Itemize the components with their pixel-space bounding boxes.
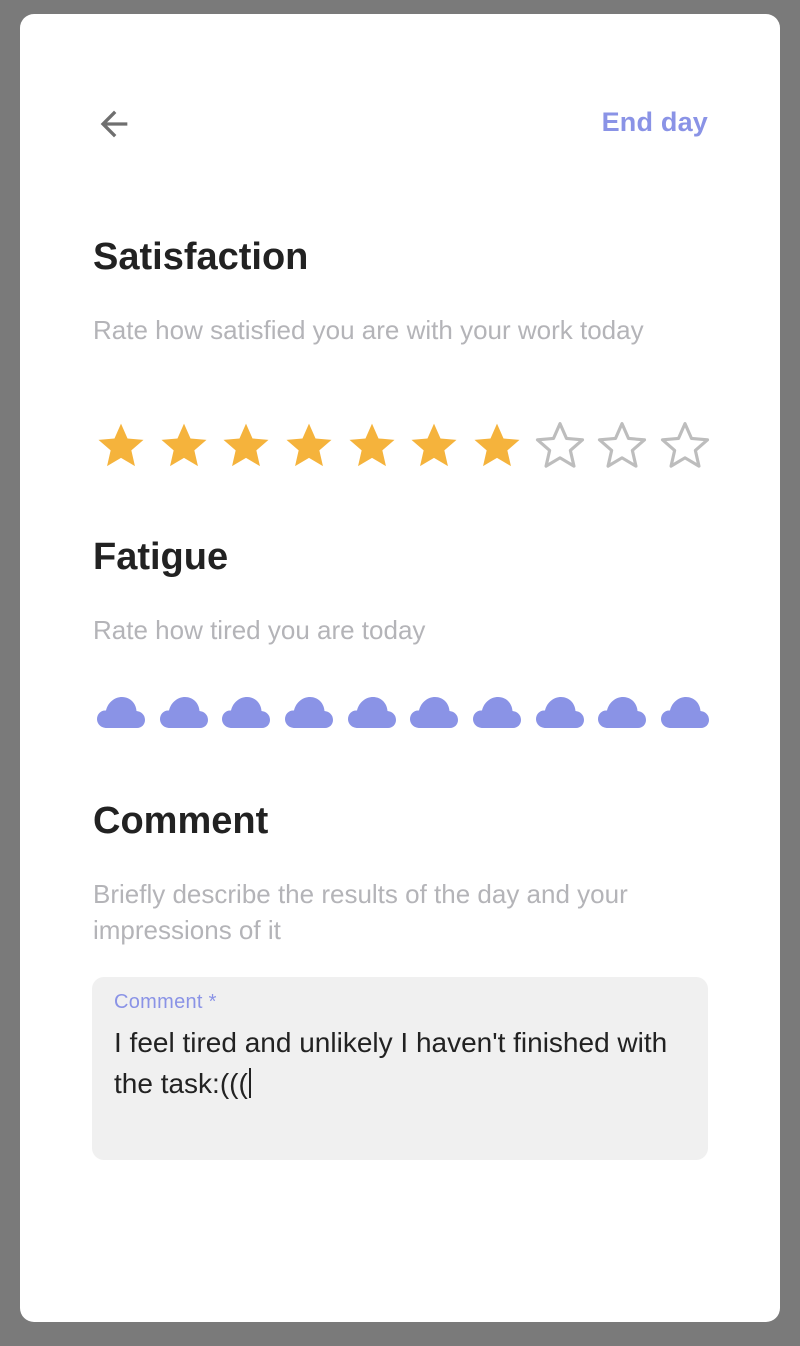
fatigue-cloud-3[interactable] (218, 684, 274, 740)
cloud-icon (410, 697, 459, 728)
satisfaction-star-4[interactable] (281, 417, 337, 473)
fatigue-title: Fatigue (93, 536, 229, 578)
satisfaction-star-6[interactable] (406, 417, 462, 473)
satisfaction-star-5[interactable] (344, 417, 400, 473)
satisfaction-rating (93, 417, 713, 473)
arrow-left-icon (100, 110, 128, 138)
end-day-button[interactable]: End day (602, 107, 708, 138)
star-filled-icon (223, 423, 269, 467)
fatigue-cloud-9[interactable] (594, 684, 650, 740)
fatigue-cloud-6[interactable] (406, 684, 462, 740)
comment-field[interactable]: Comment * I feel tired and unlikely I ha… (92, 977, 708, 1160)
star-empty-icon (660, 422, 709, 468)
text-caret (248, 1068, 251, 1098)
star-filled-icon (98, 423, 144, 467)
satisfaction-description: Rate how satisfied you are with your wor… (93, 315, 644, 345)
satisfaction-star-3[interactable] (218, 417, 274, 473)
fatigue-description: Rate how tired you are today (93, 615, 426, 645)
star-filled-icon (161, 423, 207, 467)
fatigue-cloud-2[interactable] (156, 684, 212, 740)
star-empty-icon (598, 422, 647, 468)
cloud-icon (159, 697, 208, 728)
satisfaction-star-9[interactable] (594, 417, 650, 473)
cloud-icon (660, 697, 709, 728)
end-day-dialog: End day Satisfaction Rate how satisfied … (20, 14, 780, 1322)
cloud-icon (472, 697, 521, 728)
cloud-icon (97, 697, 145, 728)
star-filled-icon (349, 423, 395, 467)
comment-description: Briefly describe the results of the day … (93, 879, 628, 945)
cloud-icon (535, 697, 584, 728)
comment-field-label: Comment * (114, 991, 217, 1013)
fatigue-rating (93, 684, 713, 740)
satisfaction-title: Satisfaction (93, 236, 309, 278)
comment-input-value: I feel tired and unlikely I haven't fini… (114, 1027, 668, 1099)
cloud-icon (347, 697, 396, 728)
fatigue-cloud-1[interactable] (93, 684, 149, 740)
cloud-icon (284, 697, 333, 728)
cloud-icon (598, 697, 647, 728)
fatigue-cloud-5[interactable] (344, 684, 400, 740)
satisfaction-star-2[interactable] (156, 417, 212, 473)
star-empty-icon (535, 422, 584, 468)
satisfaction-star-10[interactable] (657, 417, 713, 473)
cloud-icon (222, 697, 271, 728)
star-filled-icon (474, 423, 520, 467)
comment-input[interactable]: I feel tired and unlikely I haven't fini… (114, 1022, 674, 1104)
satisfaction-star-8[interactable] (532, 417, 588, 473)
star-filled-icon (286, 423, 332, 467)
fatigue-cloud-10[interactable] (657, 684, 713, 740)
comment-title: Comment (93, 800, 269, 842)
fatigue-cloud-8[interactable] (532, 684, 588, 740)
back-button[interactable] (92, 102, 136, 146)
fatigue-cloud-4[interactable] (281, 684, 337, 740)
satisfaction-star-7[interactable] (469, 417, 525, 473)
fatigue-cloud-7[interactable] (469, 684, 525, 740)
satisfaction-star-1[interactable] (93, 417, 149, 473)
star-filled-icon (411, 423, 457, 467)
